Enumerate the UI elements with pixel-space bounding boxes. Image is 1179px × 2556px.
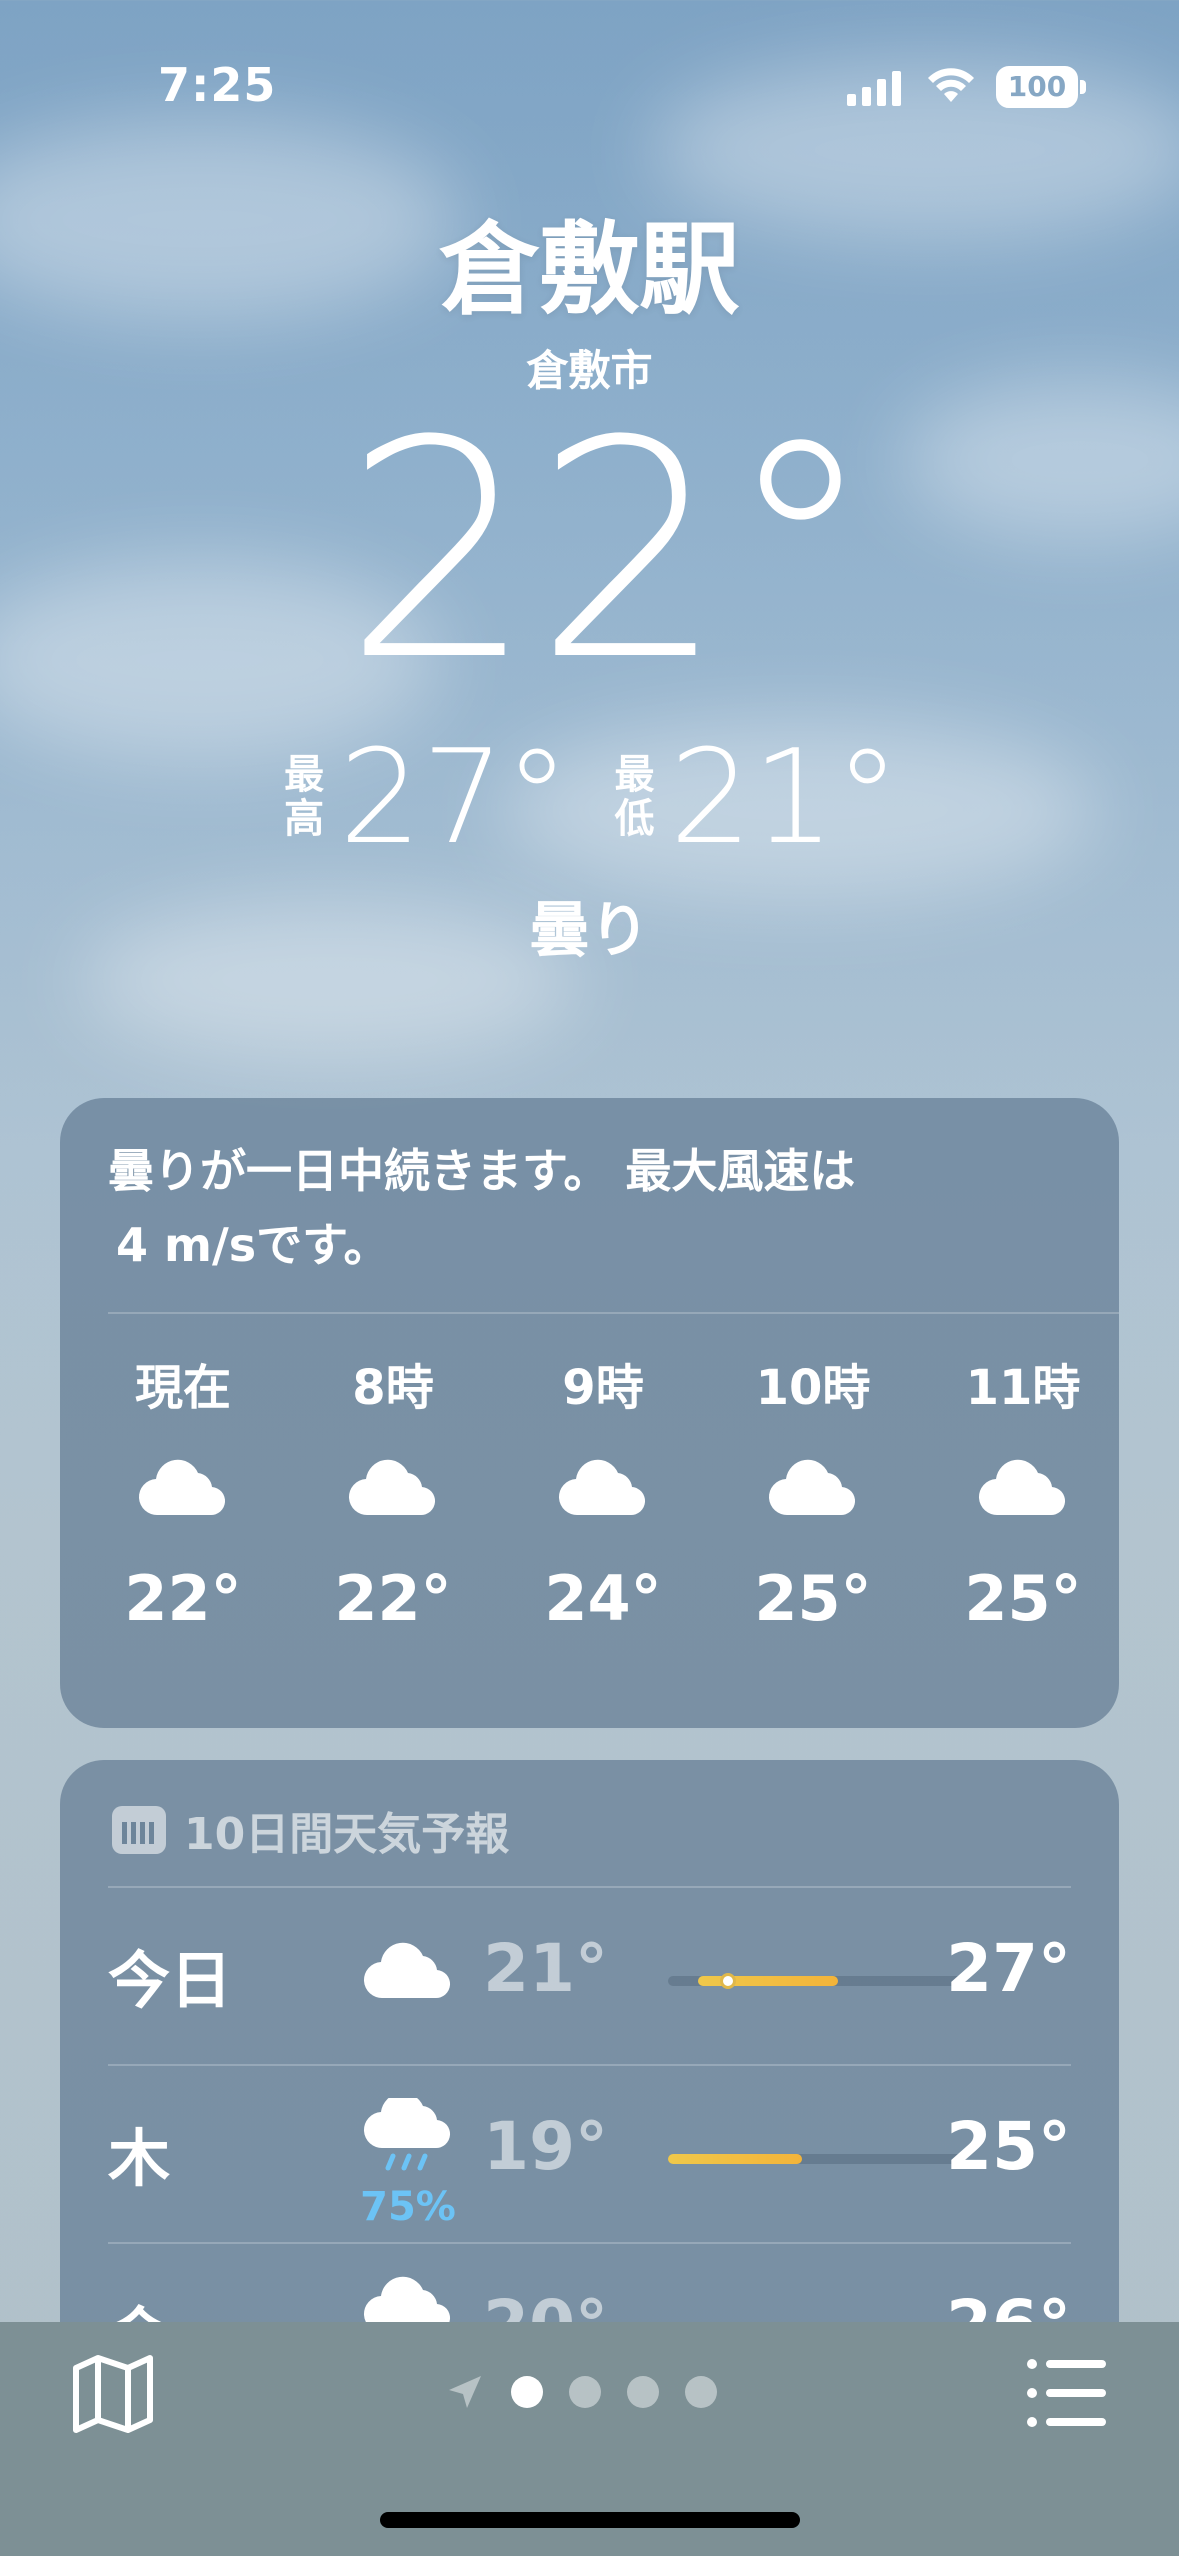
hour-label: 10時 [755, 1360, 871, 1416]
hour-label: 現在 [134, 1360, 231, 1416]
location-name: 倉敷駅 [439, 211, 740, 328]
high-temp: 27° [946, 1930, 1071, 2007]
page-dot-active[interactable] [511, 2376, 543, 2408]
forecast-summary: 曇りが一日中続きます。 最大風速は 4 m/sです。 [108, 1144, 856, 1272]
hour-item: 11時 25° [938, 1348, 1108, 1635]
page-dot[interactable] [569, 2376, 601, 2408]
ten-day-header: 10日間天気予報 [112, 1798, 509, 1862]
page-dot[interactable] [627, 2376, 659, 2408]
ten-day-title: 10日間天気予報 [184, 1809, 510, 1860]
low-label: 最 低 [614, 752, 655, 842]
bottom-toolbar [0, 2322, 1179, 2556]
cloud-icon [138, 1459, 226, 1516]
hour-label: 9時 [562, 1360, 644, 1416]
low-temperature: 21° [669, 721, 900, 873]
cloud-icon [348, 1459, 436, 1516]
hourly-forecast-card[interactable]: 曇りが一日中続きます。 最大風速は 4 m/sです。 現在 22° 8時 22°… [60, 1098, 1119, 1728]
temp-range-bar [668, 2154, 966, 2164]
cloud-icon [558, 1459, 646, 1516]
hour-temperature: 22° [334, 1562, 452, 1635]
cellular-signal-icon [847, 71, 901, 106]
hour-label: 11時 [965, 1360, 1081, 1416]
hour-temperature: 25° [754, 1562, 872, 1635]
temp-range-bar [668, 1973, 966, 1989]
hour-item: 10時 25° [728, 1348, 898, 1635]
hour-label: 8時 [352, 1360, 434, 1416]
hour-item: 8時 22° [308, 1348, 478, 1635]
calendar-icon [112, 1806, 166, 1854]
wifi-icon [928, 68, 974, 102]
location-arrow-icon [449, 2376, 481, 2408]
cloud-icon [363, 1942, 451, 1999]
high-low: 最 高 27° 最 低 21° [0, 732, 1179, 862]
status-time: 7:25 [158, 58, 277, 112]
status-bar: 7:25 100 [0, 0, 1179, 170]
hourly-list[interactable]: 現在 22° 8時 22° 9時 24° 10時 25° 11時 25° [98, 1348, 1108, 1635]
high-label: 最 高 [284, 752, 325, 842]
temp-range-fill [668, 2154, 803, 2164]
page-indicator[interactable] [445, 2372, 717, 2412]
divider [108, 1312, 1119, 1314]
cloud-icon [768, 1459, 856, 1516]
low-temp: 19° [483, 2108, 608, 2185]
day-label: 木 [108, 2122, 171, 2195]
current-temperature: 22° [343, 377, 876, 726]
current-temp-marker [719, 1973, 736, 1989]
hour-temperature: 24° [544, 1562, 662, 1635]
hour-temperature: 25° [964, 1562, 1082, 1635]
cloud-icon [978, 1459, 1066, 1516]
map-icon[interactable] [68, 2348, 158, 2438]
list-icon[interactable] [1024, 2350, 1110, 2436]
high-temp: 25° [946, 2108, 1071, 2185]
day-label: 今日 [108, 1944, 233, 2017]
hour-temperature: 22° [124, 1562, 242, 1635]
low-temp: 21° [483, 1930, 608, 2007]
high-temperature: 27° [339, 721, 570, 873]
battery-level: 100 [1007, 70, 1067, 103]
battery-icon: 100 [996, 66, 1078, 108]
current-weather: 倉敷駅 倉敷市 22° 最 高 27° 最 低 21° 曇り [0, 205, 1179, 969]
forecast-row-today[interactable]: 今日 21° 27° [108, 1888, 1071, 2066]
hour-item: 現在 22° [98, 1348, 268, 1635]
condition-label: 曇り [529, 896, 650, 966]
temp-range-fill [697, 1976, 838, 1986]
forecast-row-thu[interactable]: 木 75% 19° 25° [108, 2066, 1071, 2244]
cloud-rain-icon [363, 2092, 451, 2171]
hour-item: 9時 24° [518, 1348, 688, 1635]
page-dot[interactable] [685, 2376, 717, 2408]
precipitation-chance: 75% [360, 2184, 456, 2230]
home-indicator [380, 2512, 800, 2528]
battery-tip [1080, 80, 1086, 94]
